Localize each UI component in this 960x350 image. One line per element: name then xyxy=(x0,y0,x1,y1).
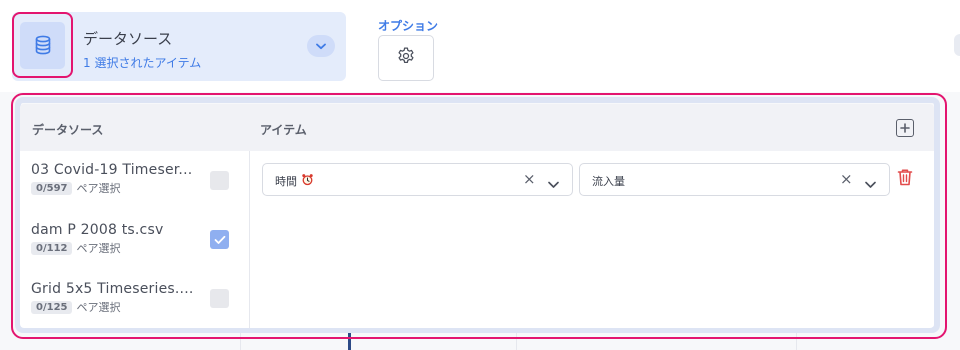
select-value: 時間 xyxy=(275,173,314,189)
source-name: dam P 2008 ts.csv xyxy=(31,222,164,238)
pair-count-badge: 0/125 xyxy=(31,300,73,314)
value-item-label: 流入量 xyxy=(592,175,625,188)
chevron-down-icon[interactable] xyxy=(548,174,559,193)
column-divider xyxy=(249,151,250,328)
source-meta: 0/125 ペア選択 xyxy=(31,299,231,315)
options-label: オプション xyxy=(378,19,439,33)
edge-handle xyxy=(954,34,960,56)
source-item[interactable]: dam P 2008 ts.csv 0/112 ペア選択 xyxy=(31,222,231,256)
select-value: 流入量 xyxy=(592,173,625,189)
source-meta: 0/112 ペア選択 xyxy=(31,240,231,256)
options-button[interactable] xyxy=(378,35,434,81)
pair-count-badge: 0/112 xyxy=(31,241,73,255)
pair-count-badge: 0/597 xyxy=(31,181,73,195)
chevron-down-icon[interactable] xyxy=(307,35,335,57)
alarm-clock-icon xyxy=(301,173,314,189)
clear-icon[interactable]: × xyxy=(523,172,536,187)
pair-select-label: ペア選択 xyxy=(76,242,121,255)
time-item-label: 時間 xyxy=(275,175,297,188)
page: データソース 1 選択されたアイテム オプション データソース アイテム 03 … xyxy=(0,0,960,350)
chevron-down-icon[interactable] xyxy=(865,174,876,193)
source-name: Grid 5x5 Timeseries.... xyxy=(31,281,194,297)
datasource-panel: データソース アイテム 03 Covid-19 Timeser... 0/597… xyxy=(20,104,934,328)
source-checkbox[interactable] xyxy=(210,171,229,190)
column-header-datasource: データソース xyxy=(32,123,104,137)
trash-icon[interactable] xyxy=(897,168,913,190)
add-pair-button[interactable] xyxy=(896,119,914,137)
pair-select-label: ペア選択 xyxy=(76,301,121,314)
value-item-select[interactable]: 流入量 × xyxy=(579,163,890,196)
time-item-select[interactable]: 時間 × xyxy=(262,163,573,196)
gear-icon[interactable] xyxy=(396,46,416,70)
column-header-item: アイテム xyxy=(260,123,307,137)
source-item[interactable]: Grid 5x5 Timeseries.... 0/125 ペア選択 xyxy=(31,281,231,315)
clear-icon[interactable]: × xyxy=(840,172,853,187)
source-name: 03 Covid-19 Timeser... xyxy=(31,162,193,178)
datasource-icon-highlight[interactable] xyxy=(12,12,73,78)
panel-header: データソース アイテム xyxy=(20,104,934,151)
top-bar: データソース 1 選択されたアイテム オプション xyxy=(0,0,960,92)
source-checkbox[interactable] xyxy=(210,289,229,308)
database-icon[interactable] xyxy=(20,21,65,69)
pair-select-label: ペア選択 xyxy=(76,182,121,195)
source-meta: 0/597 ペア選択 xyxy=(31,180,231,196)
check-icon xyxy=(214,235,225,244)
source-checkbox-checked[interactable] xyxy=(210,230,229,249)
datasource-selected-count: 1 選択されたアイテム xyxy=(83,56,202,70)
datasource-card[interactable]: データソース 1 選択されたアイテム xyxy=(12,12,346,81)
source-item[interactable]: 03 Covid-19 Timeser... 0/597 ペア選択 xyxy=(31,162,231,196)
datasource-title: データソース xyxy=(83,30,173,48)
